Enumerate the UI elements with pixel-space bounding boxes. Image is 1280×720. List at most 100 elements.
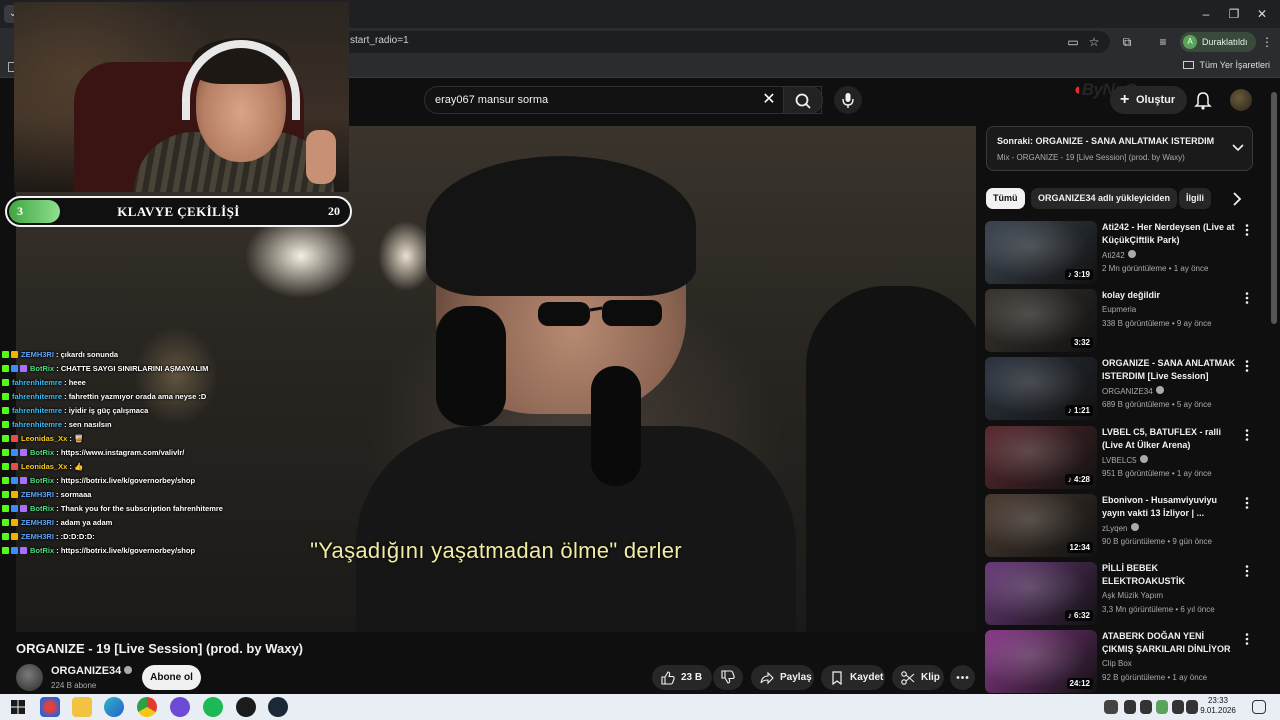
video-thumbnail[interactable]: 24:12 xyxy=(985,630,1097,693)
chat-username[interactable]: BotRix xyxy=(30,476,54,485)
spotify-icon[interactable] xyxy=(203,697,223,717)
chip-from-uploader[interactable]: ORGANIZE34 adlı yükleyiciden xyxy=(1031,188,1178,209)
like-button[interactable]: 23 B xyxy=(652,665,712,690)
notifications-icon[interactable] xyxy=(1252,700,1266,714)
chat-username[interactable]: Leonidas_Xx xyxy=(21,462,67,471)
browser-menu-icon[interactable]: ⋮ xyxy=(1258,33,1276,51)
more-vertical-icon[interactable] xyxy=(1243,223,1251,237)
recommended-video[interactable]: ♪ 6:32 PİLLİ BEBEK ELEKTROAKUSTİK KONSTEL… xyxy=(985,562,1255,626)
chat-username[interactable]: ZEMH3RI xyxy=(21,518,54,527)
recommended-video[interactable]: 24:12 ATABERK DOĞAN YENİ ÇIKMIŞ ŞARKILARI… xyxy=(985,630,1255,694)
recommended-title[interactable]: ORGANIZE - SANA ANLATMAK ISTERDIM [Live … xyxy=(1102,357,1237,383)
network-icon[interactable] xyxy=(1172,700,1184,714)
recommended-title[interactable]: Ebonivon - Husamviyuviyu yayın vakti 13 … xyxy=(1102,494,1237,520)
video-thumbnail[interactable]: ♪ 6:32 xyxy=(985,562,1097,625)
chrome-icon[interactable] xyxy=(137,697,157,717)
microphone-tray-icon[interactable] xyxy=(1124,700,1136,714)
chat-username[interactable]: BotRix xyxy=(30,546,54,555)
clear-search-icon[interactable]: ✕ xyxy=(758,89,780,111)
security-tray-icon[interactable] xyxy=(1156,700,1168,714)
chat-username[interactable]: BotRix xyxy=(30,364,54,373)
more-vertical-icon[interactable] xyxy=(1243,359,1251,373)
channel-avatar[interactable] xyxy=(16,664,43,691)
more-vertical-icon[interactable] xyxy=(1243,291,1251,305)
recommended-video[interactable]: 3:32 kolay değildir Eupmeria 338 B görüntül… xyxy=(985,289,1255,353)
more-vertical-icon[interactable] xyxy=(1243,428,1251,442)
video-thumbnail[interactable]: ♪ 4:28 xyxy=(985,426,1097,489)
chevron-right-icon[interactable] xyxy=(1228,190,1246,208)
recommended-video[interactable]: ♪ 1:21 ORGANIZE - SANA ANLATMAK ISTERDIM … xyxy=(985,357,1255,421)
bookmark-star-icon[interactable]: ☆ xyxy=(1085,33,1103,51)
chat-username[interactable]: fahrenhitemre xyxy=(12,392,62,401)
chat-username[interactable]: ZEMH3RI xyxy=(21,350,54,359)
webcam-tray-icon[interactable] xyxy=(1140,700,1152,714)
app-icon-2[interactable] xyxy=(170,697,190,717)
volume-icon[interactable] xyxy=(1186,700,1198,714)
recommended-channel[interactable]: LVBELC5 xyxy=(1102,455,1148,465)
chat-username[interactable]: ZEMH3RI xyxy=(21,490,54,499)
app-icon-1[interactable] xyxy=(40,697,60,717)
recommended-channel[interactable]: ORGANIZE34 xyxy=(1102,386,1164,396)
scissors-icon xyxy=(901,671,915,685)
subscribe-button[interactable]: Abone ol xyxy=(142,665,201,690)
address-bar[interactable]: start_radio=1 xyxy=(340,31,1110,53)
channel-name[interactable]: ORGANIZE34 xyxy=(51,665,133,677)
chat-username[interactable]: Leonidas_Xx xyxy=(21,434,67,443)
recommended-title[interactable]: Ati242 - Her Nerdeysen (Live at KüçükÇif… xyxy=(1102,221,1237,247)
chat-username[interactable]: ZEMH3RI xyxy=(21,532,54,541)
video-thumbnail[interactable]: ♪ 3:19 xyxy=(985,221,1097,284)
close-window-icon[interactable]: ✕ xyxy=(1242,4,1280,24)
tray-arrow-icon[interactable] xyxy=(1104,700,1118,714)
recommended-channel[interactable]: Aşk Müzik Yapım xyxy=(1102,591,1163,600)
recommended-channel[interactable]: Eupmeria xyxy=(1102,305,1136,314)
recommended-video[interactable]: ♪ 3:19 Ati242 - Her Nerdeysen (Live at Kü… xyxy=(985,221,1255,285)
chevron-down-icon[interactable] xyxy=(1231,141,1245,155)
video-thumbnail[interactable]: 12:34 xyxy=(985,494,1097,557)
recommended-channel[interactable]: Clip Box xyxy=(1102,659,1132,668)
video-thumbnail[interactable]: ♪ 1:21 xyxy=(985,357,1097,420)
extensions-icon[interactable]: ⧉ xyxy=(1118,33,1136,51)
video-figure-headphones xyxy=(436,306,506,426)
chat-username[interactable]: BotRix xyxy=(30,504,54,513)
steam-icon[interactable] xyxy=(268,697,288,717)
recommended-channel[interactable]: Ati242 xyxy=(1102,250,1136,260)
more-vertical-icon[interactable] xyxy=(1243,564,1251,578)
file-explorer-icon[interactable] xyxy=(72,697,92,717)
start-icon[interactable] xyxy=(8,697,28,717)
video-figure-glasses xyxy=(538,300,662,326)
recommended-title[interactable]: kolay değildir xyxy=(1102,289,1237,302)
recommended-channel[interactable]: zLyqen xyxy=(1102,523,1139,533)
recommended-title[interactable]: ATABERK DOĞAN YENİ ÇIKMIŞ ŞARKILARI DİNL… xyxy=(1102,630,1237,656)
page-scrollbar[interactable] xyxy=(1271,92,1277,324)
account-avatar[interactable] xyxy=(1230,89,1252,111)
chat-username[interactable]: fahrenhitemre xyxy=(12,378,62,387)
recommended-title[interactable]: PİLLİ BEBEK ELEKTROAKUSTİK KONSTELASYON … xyxy=(1102,562,1237,588)
voice-search-button[interactable] xyxy=(834,86,862,114)
search-button[interactable] xyxy=(783,86,823,114)
video-thumbnail[interactable]: 3:32 xyxy=(985,289,1097,352)
all-bookmarks[interactable]: Tüm Yer İşaretleri xyxy=(1183,60,1270,70)
recommended-video[interactable]: 12:34 Ebonivon - Husamviyuviyu yayın vakt… xyxy=(985,494,1255,558)
more-vertical-icon[interactable] xyxy=(1243,632,1251,646)
install-app-icon[interactable]: ▭ xyxy=(1064,33,1082,51)
recommended-title[interactable]: LVBEL C5, BATUFLEX - ralli (Live At Ülke… xyxy=(1102,426,1237,452)
notifications-bell-icon[interactable] xyxy=(1192,89,1214,111)
chip-all[interactable]: Tümü xyxy=(986,188,1025,209)
edge-icon[interactable] xyxy=(104,697,124,717)
dislike-button[interactable] xyxy=(713,665,743,690)
clip-button[interactable]: Klip xyxy=(892,665,944,690)
chat-username[interactable]: fahrenhitemre xyxy=(12,420,62,429)
system-clock[interactable]: 23:33 9.01.2026 xyxy=(1198,696,1238,716)
more-actions-button[interactable] xyxy=(950,665,975,690)
chip-related[interactable]: İlgili xyxy=(1179,188,1211,209)
chat-username[interactable]: BotRix xyxy=(30,448,54,457)
share-button[interactable]: Paylaş xyxy=(751,665,814,690)
up-next-panel[interactable]: Sonraki: ORGANIZE - SANA ANLATMAK ISTERD… xyxy=(986,126,1253,171)
recommended-video[interactable]: ♪ 4:28 LVBEL C5, BATUFLEX - ralli (Live A… xyxy=(985,426,1255,490)
profile-button[interactable]: A Duraklatıldı xyxy=(1180,32,1256,52)
media-controls-icon[interactable]: ≡ xyxy=(1154,33,1172,51)
more-vertical-icon[interactable] xyxy=(1243,496,1251,510)
save-button[interactable]: Kaydet xyxy=(821,665,885,690)
chat-username[interactable]: fahrenhitemre xyxy=(12,406,62,415)
app-icon-3[interactable] xyxy=(236,697,256,717)
